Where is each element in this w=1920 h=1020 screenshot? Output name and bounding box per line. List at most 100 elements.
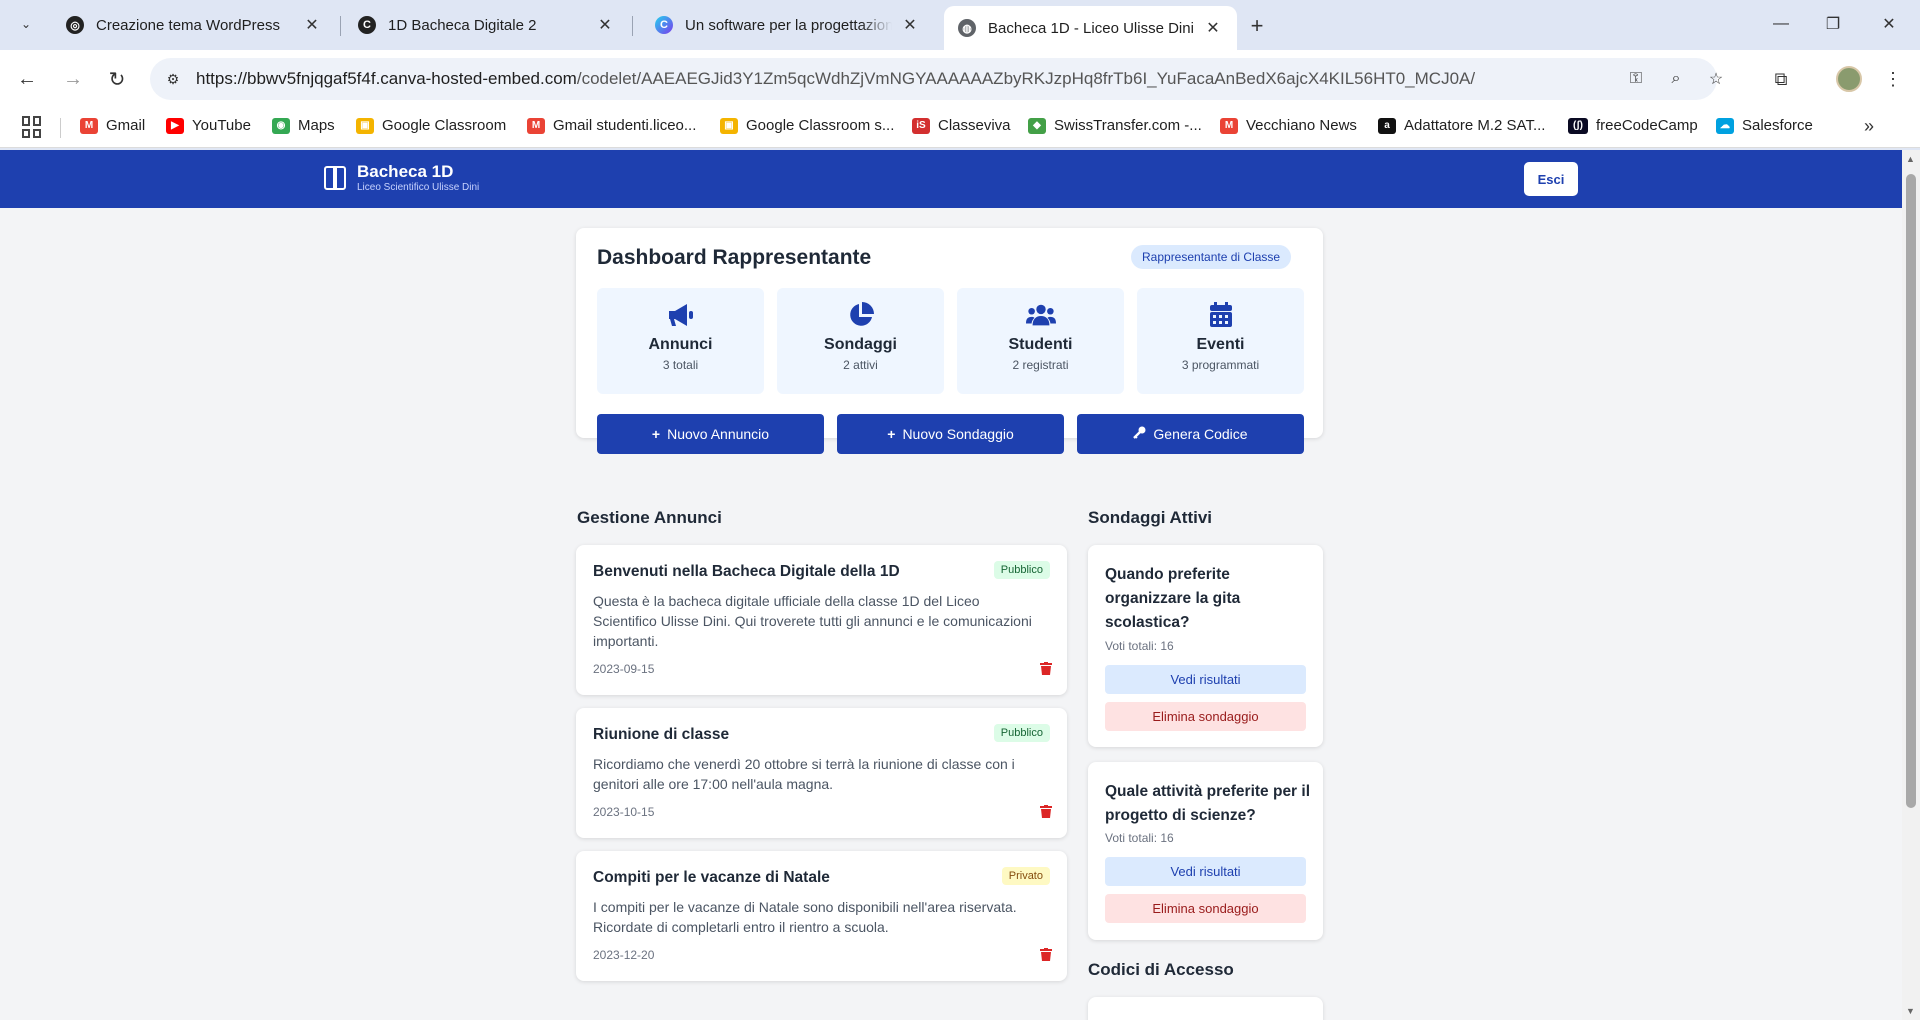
reload-icon[interactable]: ↻ — [102, 64, 132, 94]
scroll-thumb[interactable] — [1906, 174, 1916, 808]
close-icon[interactable]: ✕ — [595, 15, 615, 35]
page-scrollbar[interactable]: ▲ ▼ — [1902, 150, 1920, 1020]
freecodecamp-icon: (ʃ) — [1568, 117, 1588, 134]
poll-card: Quale attività preferite per il progetto… — [1088, 762, 1323, 940]
extensions-icon[interactable]: ⧉ — [1766, 64, 1796, 94]
tab-title: Un software per la progettazione — [685, 16, 892, 34]
browser-tab-active[interactable]: ◍ Bacheca 1D - Liceo Ulisse Dini ✕ — [944, 6, 1237, 50]
profile-avatar[interactable] — [1836, 66, 1862, 92]
minimize-icon[interactable]: — — [1766, 10, 1796, 38]
bookmark-google-classroom-s[interactable]: ▣ Google Classroom s... — [720, 117, 894, 134]
trash-icon[interactable] — [1040, 805, 1052, 818]
poll-votes: Voti totali: 16 — [1105, 639, 1174, 653]
announcement-title: Riunione di classe — [593, 726, 730, 743]
address-bar[interactable]: ⚙ https://bbwv5fnjqgaf5f4f.canva-hosted-… — [150, 58, 1723, 100]
button-label: Genera Codice — [1153, 426, 1248, 442]
visibility-badge: Pubblico — [993, 561, 1050, 579]
trash-icon[interactable] — [1040, 662, 1052, 675]
window-close-icon[interactable]: ✕ — [1874, 10, 1904, 38]
bookmark-label: YouTube — [192, 117, 251, 134]
close-icon[interactable]: ✕ — [302, 15, 322, 35]
scroll-up-arrow-icon[interactable]: ▲ — [1906, 154, 1915, 164]
trash-icon[interactable] — [1040, 948, 1052, 961]
stat-annunci[interactable]: Annunci 3 totali — [597, 288, 764, 394]
bookmark-salesforce[interactable]: ☁ Salesforce — [1716, 117, 1813, 134]
key-icon — [1133, 426, 1146, 442]
browser-tab[interactable]: ◎ Creazione tema WordPress ✕ — [52, 6, 336, 44]
salesforce-cloud-icon: ☁ — [1716, 117, 1734, 134]
new-announcement-button[interactable]: + Nuovo Annuncio — [597, 414, 824, 454]
site-info-icon[interactable]: ⚙ — [160, 66, 186, 92]
bookmark-gmail[interactable]: M Gmail — [80, 117, 145, 134]
brand-subtitle: Liceo Scientifico Ulisse Dini — [357, 182, 480, 193]
bookmark-vecchiano-news[interactable]: M Vecchiano News — [1220, 117, 1357, 134]
generate-code-button[interactable]: Genera Codice — [1077, 414, 1304, 454]
more-bookmarks-icon[interactable]: » — [1864, 116, 1874, 137]
stat-count: 3 programmati — [1181, 358, 1260, 372]
bookmark-google-classroom[interactable]: ▣ Google Classroom — [356, 117, 506, 134]
browser-toolbar: ← → ↻ ⚙ https://bbwv5fnjqgaf5f4f.canva-h… — [0, 50, 1920, 108]
scroll-down-arrow-icon[interactable]: ▼ — [1906, 1006, 1915, 1016]
app-header: Bacheca 1D Liceo Scientifico Ulisse Dini… — [0, 150, 1902, 208]
bookmark-swisstransfer[interactable]: ◆ SwissTransfer.com -... — [1028, 117, 1202, 134]
stat-sondaggi[interactable]: Sondaggi 2 attivi — [777, 288, 944, 394]
bookmark-youtube[interactable]: ▶ YouTube — [166, 117, 251, 134]
stat-label: Eventi — [1196, 336, 1245, 353]
password-key-icon[interactable]: ⚿ — [1623, 66, 1649, 92]
logout-button[interactable]: Esci — [1524, 162, 1578, 196]
browser-tab[interactable]: C 1D Bacheca Digitale 2 ✕ — [344, 6, 629, 44]
polls-section-title: Sondaggi Attivi — [1088, 508, 1213, 527]
poll-votes: Voti totali: 16 — [1105, 831, 1174, 845]
visibility-badge: Privato — [1001, 867, 1050, 885]
tab-search-button[interactable]: ⌄ — [12, 10, 40, 38]
stat-eventi[interactable]: Eventi 3 programmati — [1137, 288, 1304, 394]
poll-question: Quando preferite organizzare la gita sco… — [1105, 566, 1241, 631]
brand[interactable]: Bacheca 1D Liceo Scientifico Ulisse Dini — [323, 162, 479, 194]
browser-tabstrip: ⌄ ◎ Creazione tema WordPress ✕ C 1D Bach… — [0, 0, 1920, 50]
bookmarks-divider — [60, 118, 61, 138]
browser-tab[interactable]: C Un software per la progettazione ✕ — [641, 6, 934, 44]
classroom-icon: ▣ — [720, 117, 738, 134]
announcement-title: Compiti per le vacanze di Natale — [593, 869, 830, 886]
bookmark-maps[interactable]: ◉ Maps — [272, 117, 335, 134]
view-results-button[interactable]: Vedi risultati — [1105, 665, 1306, 694]
bookmark-label: Vecchiano News — [1246, 117, 1357, 134]
bookmark-star-icon[interactable]: ☆ — [1703, 66, 1729, 92]
classeviva-icon: iS — [912, 117, 930, 134]
brand-title: Bacheca 1D — [357, 162, 454, 181]
view-results-button[interactable]: Vedi risultati — [1105, 857, 1306, 886]
bookmark-freecodecamp[interactable]: (ʃ) freeCodeCamp — [1568, 117, 1698, 134]
apps-grid-icon[interactable] — [22, 116, 44, 138]
url-path: /codelet/AAEAEGJid3Y1Zm5qcWdhZjVmNGYAAAA… — [576, 69, 1476, 88]
restore-icon[interactable]: ❐ — [1818, 10, 1848, 38]
new-poll-button[interactable]: + Nuovo Sondaggio — [837, 414, 1064, 454]
classroom-icon: ▣ — [356, 117, 374, 134]
delete-poll-button[interactable]: Elimina sondaggio — [1105, 894, 1306, 923]
bookmark-gmail-studenti[interactable]: M Gmail studenti.liceo... — [527, 117, 696, 134]
stat-studenti[interactable]: Studenti 2 registrati — [957, 288, 1124, 394]
bookmark-label: Gmail — [106, 117, 146, 134]
role-badge: Rappresentante di Classe — [1131, 245, 1292, 269]
forward-icon[interactable]: → — [58, 64, 88, 94]
zoom-icon[interactable]: ⌕ — [1663, 66, 1689, 92]
book-open-icon — [323, 164, 349, 192]
url-text[interactable]: https://bbwv5fnjqgaf5f4f.canva-hosted-em… — [196, 69, 1475, 89]
delete-poll-button[interactable]: Elimina sondaggio — [1105, 702, 1306, 731]
bookmark-label: Adattatore M.2 SAT... — [1404, 117, 1546, 134]
new-tab-button[interactable]: + — [1243, 12, 1271, 40]
bookmark-classeviva[interactable]: iS Classeviva — [912, 117, 1011, 134]
megaphone-icon — [666, 300, 696, 330]
menu-kebab-icon[interactable]: ⋮ — [1878, 64, 1908, 94]
close-icon[interactable]: ✕ — [1203, 18, 1223, 38]
bookmark-label: Maps — [298, 117, 335, 134]
visibility-badge: Pubblico — [993, 724, 1050, 742]
tab-title: Creazione tema WordPress — [96, 16, 280, 34]
bookmark-label: Google Classroom s... — [746, 117, 895, 134]
back-icon[interactable]: ← — [12, 64, 42, 94]
poll-card: Quando preferite organizzare la gita sco… — [1088, 545, 1323, 747]
bookmark-adattatore[interactable]: a Adattatore M.2 SAT... — [1378, 117, 1545, 134]
close-icon[interactable]: ✕ — [900, 15, 920, 35]
announcement-date: 2023-12-20 — [593, 948, 655, 962]
plus-icon: + — [887, 426, 896, 442]
canva-favicon-icon: C — [655, 16, 673, 34]
